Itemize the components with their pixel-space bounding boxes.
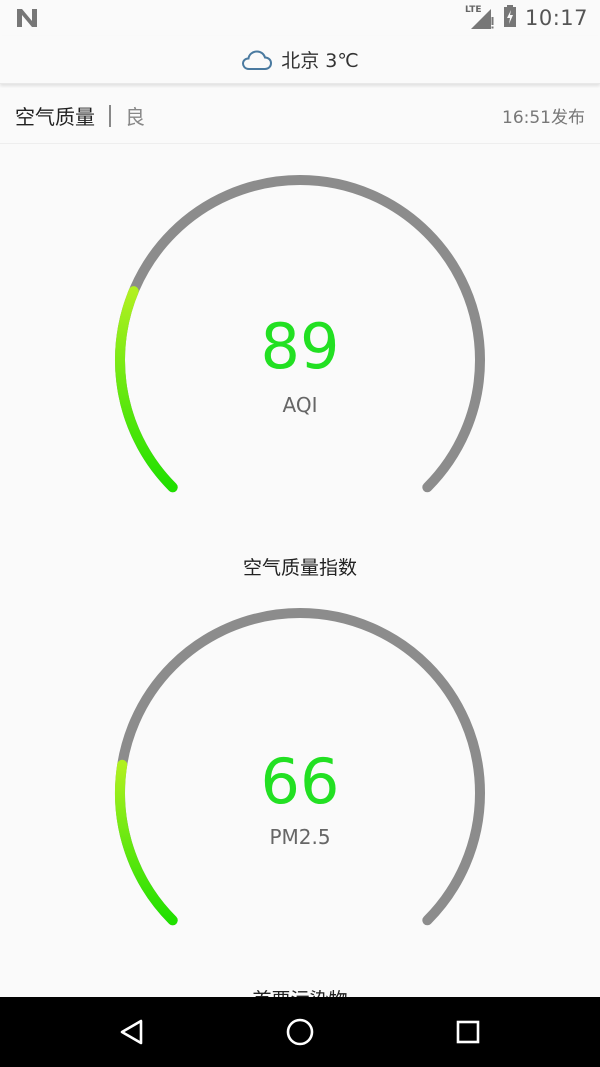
status-time: 10:17 bbox=[524, 6, 588, 30]
aqi-unit: AQI bbox=[282, 393, 318, 417]
divider bbox=[109, 104, 111, 127]
aqi-gauge: 89 AQI 空气质量指数 bbox=[0, 150, 600, 590]
notification-n-icon bbox=[14, 6, 40, 30]
pm25-value: 66 bbox=[260, 745, 340, 818]
air-quality-level: 良 bbox=[125, 105, 145, 129]
publish-time: 16:51发布 bbox=[502, 108, 585, 128]
pm25-gauge: 66 PM2.5 首要污染物 bbox=[0, 583, 600, 1011]
aqi-caption: 空气质量指数 bbox=[242, 557, 357, 579]
air-quality-header: 空气质量 良 16:51发布 bbox=[0, 88, 600, 144]
back-button[interactable] bbox=[112, 1012, 152, 1052]
status-bar: LTE 10:17 bbox=[0, 0, 600, 36]
signal-icon: LTE bbox=[465, 5, 495, 31]
cloud-icon bbox=[241, 48, 273, 72]
aqi-value: 89 bbox=[260, 310, 340, 383]
recents-icon bbox=[456, 1020, 480, 1044]
back-icon bbox=[120, 1019, 143, 1045]
pm25-unit: PM2.5 bbox=[269, 825, 331, 849]
home-icon bbox=[286, 1018, 314, 1046]
battery-icon bbox=[503, 4, 517, 32]
city-temperature[interactable]: 北京 3℃ bbox=[281, 46, 358, 73]
home-button[interactable] bbox=[280, 1012, 320, 1052]
recents-button[interactable] bbox=[448, 1012, 488, 1052]
navigation-bar bbox=[0, 997, 600, 1067]
air-quality-title: 空气质量 bbox=[15, 105, 95, 129]
top-bar: 北京 3℃ bbox=[0, 36, 600, 84]
